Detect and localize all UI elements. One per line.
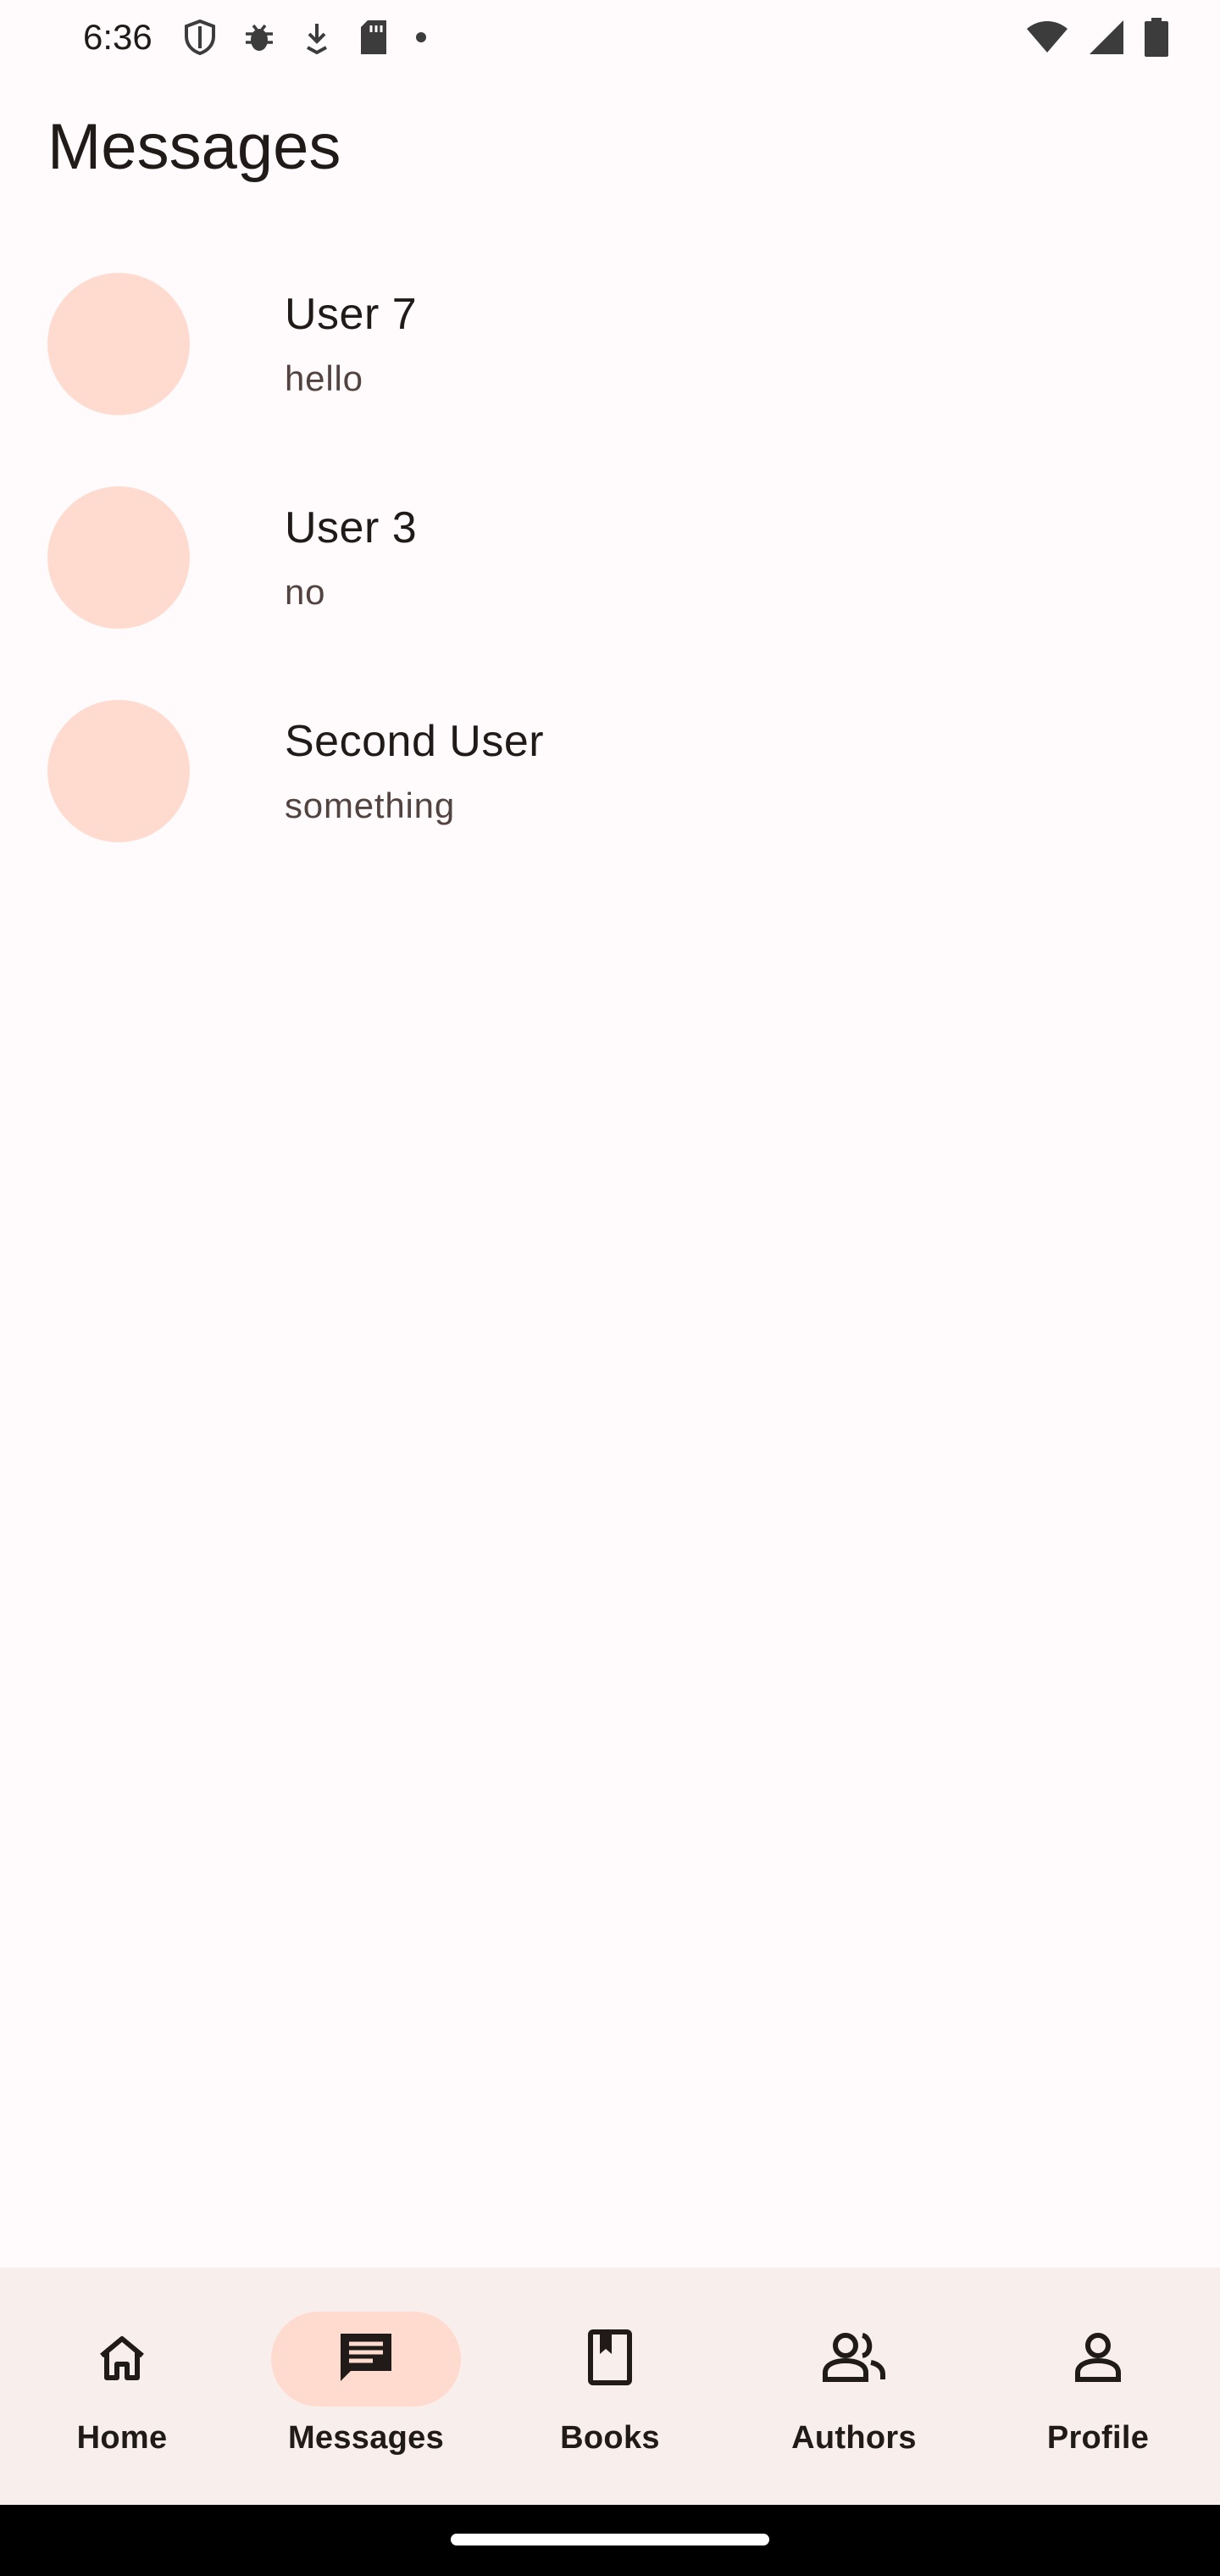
conversation-text: User 7 hello — [285, 289, 417, 399]
status-icons-right — [1025, 18, 1169, 57]
active-indicator — [271, 2312, 461, 2407]
nav-item-profile[interactable]: Profile — [976, 2268, 1220, 2505]
page-title: Messages — [47, 111, 341, 183]
conversation-name: Second User — [285, 717, 545, 766]
status-time: 6:36 — [83, 17, 152, 57]
nav-icon-container — [759, 2312, 949, 2407]
shield-icon — [183, 19, 217, 56]
status-bar: 6:36 — [0, 0, 1220, 75]
conversation-text: Second User something — [285, 716, 544, 826]
avatar — [47, 273, 190, 415]
battery-icon — [1144, 18, 1169, 57]
conversation-item[interactable]: User 3 no — [0, 451, 1220, 664]
bottom-navigation: Home Messages Books Authors Profile — [0, 2268, 1220, 2505]
signal-icon — [1088, 19, 1125, 56]
home-gesture-handle[interactable] — [451, 2534, 769, 2545]
conversation-item[interactable]: User 7 hello — [0, 237, 1220, 451]
nav-label: Home — [76, 2420, 168, 2456]
home-icon — [95, 2332, 149, 2387]
nav-item-home[interactable]: Home — [0, 2268, 244, 2505]
conversation-name: User 3 — [285, 503, 418, 552]
nav-item-authors[interactable]: Authors — [732, 2268, 976, 2505]
conversation-preview: hello — [285, 358, 363, 398]
nav-label: Books — [560, 2420, 660, 2456]
nav-label: Authors — [791, 2420, 917, 2456]
conversation-list: User 7 hello User 3 no Second User somet… — [0, 237, 1220, 878]
message-icon — [336, 2329, 396, 2390]
nav-icon-container — [27, 2312, 217, 2407]
nav-icon-container — [1003, 2312, 1193, 2407]
bug-icon — [242, 20, 276, 54]
conversation-text: User 3 no — [285, 502, 417, 613]
conversation-preview: something — [285, 786, 455, 825]
nav-icon-container — [515, 2312, 705, 2407]
dot-icon — [415, 31, 427, 43]
avatar — [47, 486, 190, 629]
conversation-item[interactable]: Second User something — [0, 664, 1220, 878]
book-icon — [586, 2329, 634, 2390]
download-icon — [302, 20, 332, 54]
person-icon — [1073, 2330, 1123, 2389]
nav-item-books[interactable]: Books — [488, 2268, 732, 2505]
status-icons-left — [183, 19, 427, 56]
avatar — [47, 700, 190, 842]
conversation-preview: no — [285, 572, 326, 612]
conversation-name: User 7 — [285, 290, 418, 339]
people-icon — [820, 2330, 888, 2389]
nav-item-messages[interactable]: Messages — [244, 2268, 488, 2505]
nav-label: Profile — [1046, 2420, 1150, 2456]
sd-card-icon — [358, 19, 390, 56]
nav-label: Messages — [287, 2420, 445, 2456]
wifi-icon — [1025, 20, 1069, 54]
gesture-navigation-area — [0, 2505, 1220, 2576]
